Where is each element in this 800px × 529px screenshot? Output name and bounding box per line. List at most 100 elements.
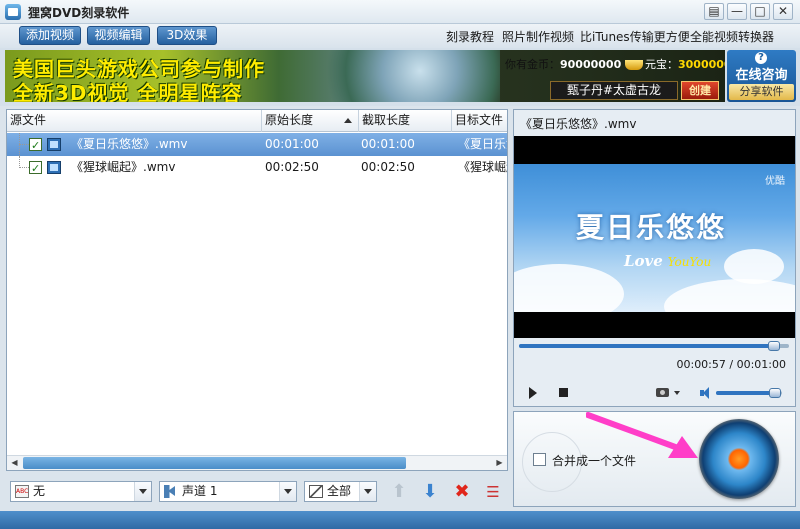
time-current: 00:00:57 <box>676 358 726 371</box>
game-advertisement[interactable]: 美国巨头游戏公司参与制作 全新3D视觉 全明星阵容 你有金币：90000000 … <box>5 50 725 102</box>
video-player[interactable]: 优酷 夏日乐悠悠 Love YouYou <box>514 136 795 338</box>
ad-yuanbao-info: 元宝：3000000 <box>645 56 725 72</box>
table-row[interactable]: 《夏日乐悠悠》.wmv 00:01:00 00:01:00 《夏日乐悠 <box>7 133 507 157</box>
move-up-icon[interactable]: ⬆ <box>389 482 409 502</box>
minimize-button[interactable]: — <box>727 3 747 20</box>
chevron-down-icon[interactable] <box>674 391 680 395</box>
volume-slider[interactable] <box>716 388 782 398</box>
window-title: 狸窝DVD刻录软件 <box>28 6 130 20</box>
camera-icon[interactable] <box>656 388 669 397</box>
video-converter-link[interactable]: 全能视频转换器 <box>690 28 774 45</box>
close-button[interactable]: ✕ <box>773 3 793 20</box>
app-icon <box>5 4 21 20</box>
stop-icon[interactable] <box>559 388 568 397</box>
cell-original-length: 00:01:00 <box>265 137 319 151</box>
column-target[interactable]: 目标文件 <box>452 110 507 132</box>
seek-handle[interactable] <box>767 341 780 351</box>
edit-video-button[interactable]: 视频编辑 <box>87 26 150 45</box>
gold-value: 90000000 <box>560 58 622 71</box>
chevron-down-icon[interactable] <box>359 482 376 501</box>
column-original-length-label: 原始长度 <box>265 113 314 127</box>
scope-select[interactable]: 全部 <box>304 481 377 502</box>
consult-label: 在线咨询 <box>735 68 788 83</box>
ad-gold-info: 你有金币：90000000 <box>505 56 643 72</box>
yuanbao-label: 元宝： <box>645 58 678 71</box>
subtitle-icon: ABC <box>15 485 29 498</box>
video-subtitle-love: Love <box>624 252 663 270</box>
seek-progress <box>519 344 776 348</box>
chevron-down-icon[interactable] <box>279 482 296 501</box>
yuanbao-value: 3000000 <box>678 58 725 71</box>
video-subtitle-text: Love YouYou <box>624 252 711 270</box>
online-consult-button[interactable]: ? 在线咨询 分享软件 <box>727 50 796 102</box>
photo-video-link[interactable]: 照片制作视频 <box>502 28 574 45</box>
cloud <box>724 249 784 284</box>
status-bar <box>0 511 800 529</box>
chevron-down-icon[interactable] <box>134 482 151 501</box>
merge-checkbox[interactable] <box>533 453 546 466</box>
gold-label: 你有金币： <box>505 58 560 71</box>
file-list: 源文件 原始长度 截取长度 目标文件 《夏日乐悠悠》.wmv 00:01:00 … <box>6 109 508 471</box>
player-controls <box>514 378 795 406</box>
share-software-button[interactable]: 分享软件 <box>729 84 794 100</box>
preview-panel: 《夏日乐悠悠》.wmv 优酷 夏日乐悠悠 Love YouYou 00:00:5… <box>513 109 796 407</box>
ad-subheadline: 全新3D视觉 全明星阵容 <box>13 81 243 102</box>
audio-track-select[interactable]: 声道 1 <box>159 481 297 502</box>
toolbar: 添加视频 视频编辑 3D效果 刻录教程 照片制作视频 比iTunes传输更方便 … <box>0 24 800 48</box>
seek-bar[interactable] <box>519 341 789 351</box>
add-video-button[interactable]: 添加视频 <box>19 26 81 45</box>
video-subtitle-youyou: YouYou <box>667 255 712 269</box>
video-frame: 优酷 夏日乐悠悠 Love YouYou <box>514 164 795 312</box>
play-icon[interactable] <box>529 387 537 399</box>
cloud <box>664 279 795 312</box>
move-down-icon[interactable]: ⬇ <box>420 482 440 502</box>
subtitle-value: 无 <box>33 484 46 498</box>
volume-icon[interactable] <box>700 387 710 399</box>
delete-icon[interactable]: ✖ <box>452 482 472 502</box>
ad-character-name: 甄子丹#太虚古龙 <box>550 81 678 100</box>
video-file-icon <box>47 161 61 174</box>
scope-value: 全部 <box>327 484 352 498</box>
tree-branch <box>19 144 29 145</box>
time-display: 00:00:57 / 00:01:00 <box>676 358 786 371</box>
maximize-button[interactable]: □ <box>750 3 770 20</box>
cell-source: 《猩球崛起》.wmv <box>71 160 176 174</box>
cell-clip-length: 00:02:50 <box>361 160 415 174</box>
sort-up-icon <box>344 118 352 123</box>
video-watermark: 优酷 <box>765 176 785 187</box>
volume-level <box>716 391 776 395</box>
video-title-text: 夏日乐悠悠 <box>576 211 727 244</box>
audio-track-value: 声道 1 <box>182 484 218 498</box>
table-row[interactable]: 《猩球崛起》.wmv 00:02:50 00:02:50 《猩球崛起 <box>7 156 507 180</box>
video-file-icon <box>47 138 61 151</box>
file-list-header: 源文件 原始长度 截取长度 目标文件 <box>7 110 507 132</box>
time-total: 00:01:00 <box>736 358 786 371</box>
preview-file-name: 《夏日乐悠悠》.wmv <box>520 117 637 131</box>
itunes-transfer-link[interactable]: 比iTunes传输更方便 <box>580 28 690 45</box>
menu-icon[interactable]: ▤ <box>704 3 724 20</box>
arrow-shaft <box>586 412 681 451</box>
audio-icon <box>164 485 178 498</box>
scroll-right-icon[interactable]: ▶ <box>492 456 507 470</box>
cloud <box>514 264 624 312</box>
column-source[interactable]: 源文件 <box>7 110 262 132</box>
row-checkbox[interactable] <box>29 157 42 180</box>
horizontal-scrollbar[interactable]: ◀ ▶ <box>7 455 507 470</box>
cell-clip-length: 00:01:00 <box>361 137 415 151</box>
title-bar: 狸窝DVD刻录软件 ▤ — □ ✕ <box>0 0 800 24</box>
scroll-thumb[interactable] <box>23 457 406 469</box>
ad-create-button[interactable]: 创建 <box>681 81 719 100</box>
list-controls: ABC 无 声道 1 全部 ⬆ ⬇ ✖ ☰ <box>6 477 508 507</box>
burn-tutorial-link[interactable]: 刻录教程 <box>446 28 494 45</box>
burn-button[interactable] <box>699 419 779 499</box>
row-checkbox[interactable] <box>29 134 42 157</box>
volume-handle[interactable] <box>769 388 782 398</box>
cell-source: 《夏日乐悠悠》.wmv <box>71 137 188 151</box>
scroll-left-icon[interactable]: ◀ <box>7 456 22 470</box>
clear-list-icon[interactable]: ☰ <box>483 482 503 502</box>
subtitle-select[interactable]: ABC 无 <box>10 481 152 502</box>
column-clip-length[interactable]: 截取长度 <box>359 110 452 132</box>
3d-effect-button[interactable]: 3D效果 <box>157 26 217 45</box>
select-all-icon <box>309 485 323 498</box>
column-original-length[interactable]: 原始长度 <box>262 110 359 132</box>
